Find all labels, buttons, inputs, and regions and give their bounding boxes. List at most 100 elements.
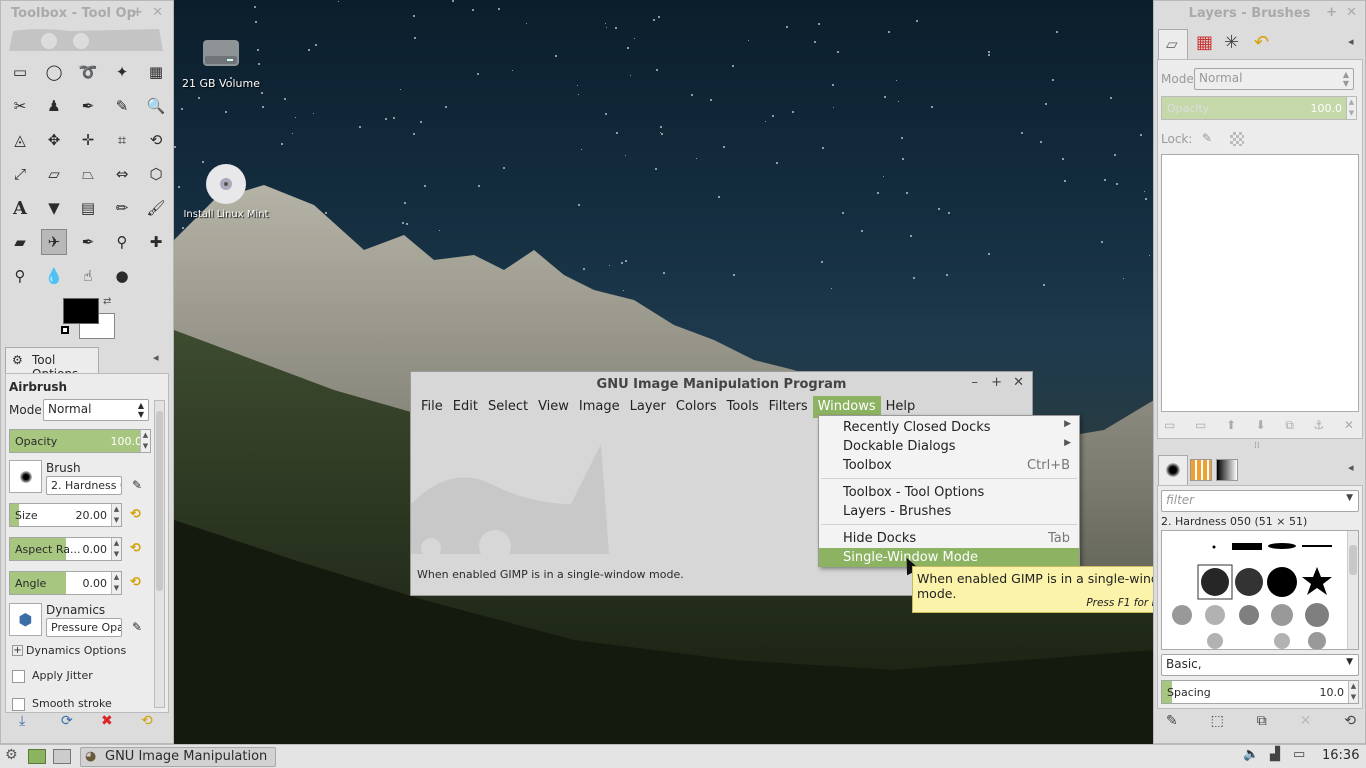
brush-name-field[interactable]: 2. Hardness 05 — [46, 476, 122, 495]
tab-brushes[interactable] — [1158, 455, 1188, 485]
menu-select[interactable]: Select — [483, 396, 533, 418]
bucket-fill-icon[interactable]: ▼ — [41, 195, 67, 221]
size-slider[interactable]: Size 20.00 ▲ ▼ — [9, 503, 122, 527]
menu-filters[interactable]: Filters — [764, 396, 813, 418]
menu-item-dockable-dialogs[interactable]: Dockable Dialogs ▶ — [819, 437, 1079, 456]
drive-desktop-icon[interactable]: 21 GB Volume — [176, 34, 266, 90]
tab-menu-icon[interactable]: ◂ — [1348, 35, 1354, 48]
menu-item-layers-brushes[interactable]: Layers - Brushes — [819, 502, 1079, 521]
menu-item-single-window-mode[interactable]: Single-Window Mode — [819, 548, 1079, 567]
free-select-icon[interactable]: ➰ — [75, 59, 101, 85]
menu-edit[interactable]: Edit — [448, 396, 483, 418]
dodge-burn-icon[interactable]: ● — [109, 263, 135, 289]
tab-menu-icon[interactable]: ◂ — [1348, 461, 1354, 474]
ink-icon[interactable]: ✒ — [75, 229, 101, 255]
flip-icon[interactable]: ⇔ — [109, 161, 135, 187]
dynamics-options-expander[interactable]: Dynamics Options — [26, 644, 126, 657]
foreground-select-icon[interactable]: ♟ — [41, 93, 67, 119]
options-scrollbar[interactable] — [154, 400, 165, 708]
zoom-icon[interactable]: 🔍 — [143, 93, 169, 119]
dock-separator-handle[interactable]: ⁞⁞ — [1254, 441, 1260, 451]
scale-icon[interactable]: ⤢ — [7, 161, 33, 187]
crop-icon[interactable]: ⌗ — [109, 127, 135, 153]
menu-item-recently-closed-docks[interactable]: Recently Closed Docks ▶ — [819, 418, 1079, 437]
color-picker-icon[interactable]: ✎ — [109, 93, 135, 119]
cage-icon[interactable]: ⬡ — [143, 161, 169, 187]
gimp-titlebar[interactable]: GNU Image Manipulation Program – + ✕ — [411, 372, 1032, 396]
menu-colors[interactable]: Colors — [671, 396, 722, 418]
pencil-icon[interactable]: ✏ — [109, 195, 135, 221]
tab-menu-icon[interactable]: ◂ — [153, 351, 159, 364]
eraser-icon[interactable]: ▰ — [7, 229, 33, 255]
close-icon[interactable]: ✕ — [1013, 375, 1024, 390]
reset-size-icon[interactable]: ⟲ — [130, 507, 146, 523]
network-icon[interactable]: ▟ — [1270, 747, 1280, 762]
maximize-icon[interactable]: + — [132, 5, 143, 20]
smudge-icon[interactable]: ☝ — [75, 263, 101, 289]
rect-select-icon[interactable]: ▭ — [7, 59, 33, 85]
opacity-spinner[interactable]: ▲ ▼ — [140, 430, 150, 452]
brush-filter-input[interactable]: filter ▼ — [1161, 490, 1359, 512]
perspective-clone-icon[interactable]: ⚲ — [7, 263, 33, 289]
menu-item-toolbox[interactable]: Toolbox Ctrl+B — [819, 456, 1079, 475]
gear-icon[interactable]: ⚙ — [5, 747, 18, 763]
layers-list[interactable] — [1161, 154, 1359, 412]
aspect-spinner[interactable]: ▲ ▼ — [111, 538, 121, 560]
save-options-icon[interactable]: ⤓ — [19, 713, 25, 729]
rotate-icon[interactable]: ⟲ — [143, 127, 169, 153]
close-icon[interactable]: ✕ — [1346, 5, 1357, 20]
tab-layers[interactable]: ▱ — [1158, 29, 1188, 59]
tab-patterns[interactable] — [1190, 459, 1212, 481]
menu-image[interactable]: Image — [574, 396, 625, 418]
swap-colors-icon[interactable]: ⇄ — [103, 296, 111, 307]
menu-tools[interactable]: Tools — [722, 396, 764, 418]
menu-item-hide-docks[interactable]: Hide Docks Tab — [819, 529, 1079, 548]
brush-tag-input[interactable]: Basic, ▼ — [1161, 654, 1359, 676]
opacity-slider[interactable]: Opacity 100.0 ▲ ▼ — [9, 429, 151, 453]
menu-layer[interactable]: Layer — [625, 396, 671, 418]
brush-grid[interactable] — [1161, 530, 1359, 650]
mode-select[interactable]: Normal ▲ ▼ — [43, 399, 149, 421]
spacing-slider[interactable]: Spacing 10.0 ▲ ▼ — [1161, 680, 1359, 704]
maximize-icon[interactable]: + — [1326, 5, 1337, 20]
menu-view[interactable]: View — [533, 396, 574, 418]
disc-desktop-icon[interactable]: Install Linux Mint — [176, 162, 276, 220]
dynamics-name-field[interactable]: Pressure Opac — [46, 618, 122, 637]
blur-icon[interactable]: 💧 — [41, 263, 67, 289]
paintbrush-icon[interactable]: 🖌 — [143, 195, 169, 221]
fuzzy-select-icon[interactable]: ✦ — [109, 59, 135, 85]
color-select-icon[interactable]: ▦ — [143, 59, 169, 85]
default-colors-icon[interactable] — [61, 326, 69, 334]
reset-angle-icon[interactable]: ⟲ — [130, 575, 146, 591]
airbrush-icon[interactable]: ✈ — [41, 229, 67, 255]
close-icon[interactable]: ✕ — [152, 5, 163, 20]
aspect-ratio-slider[interactable]: Aspect Ra... 0.00 ▲ ▼ — [9, 537, 122, 561]
toolbox-titlebar[interactable]: Toolbox - Tool Op + ✕ — [1, 1, 173, 27]
terminal-launcher-icon[interactable] — [53, 749, 71, 764]
edit-brush-icon[interactable]: ✎ — [1166, 713, 1178, 729]
align-icon[interactable]: ✛ — [75, 127, 101, 153]
angle-slider[interactable]: Angle 0.00 ▲ ▼ — [9, 571, 122, 595]
tab-channels[interactable]: ▦ — [1196, 32, 1213, 53]
reset-options-icon[interactable]: ⟲ — [141, 713, 153, 729]
size-spinner[interactable]: ▲ ▼ — [111, 504, 121, 526]
tab-gradients[interactable] — [1216, 459, 1238, 481]
smooth-stroke-checkbox[interactable] — [12, 698, 25, 711]
reset-aspect-icon[interactable]: ⟲ — [130, 541, 146, 557]
heal-icon[interactable]: ✚ — [143, 229, 169, 255]
expand-icon[interactable]: + — [12, 645, 23, 656]
taskbar-gimp-button[interactable]: ◕ GNU Image Manipulation ... — [80, 747, 276, 768]
duplicate-brush-icon[interactable]: ⧉ — [1257, 713, 1267, 729]
battery-icon[interactable]: ▭ — [1293, 747, 1305, 762]
clock[interactable]: 16:36 — [1322, 748, 1359, 763]
minimize-icon[interactable]: – — [972, 375, 979, 390]
scissors-icon[interactable]: ✂ — [7, 93, 33, 119]
text-icon[interactable]: A — [7, 195, 33, 221]
dock-titlebar[interactable]: Layers - Brushes + ✕ — [1154, 1, 1365, 27]
brush-preview[interactable] — [9, 460, 42, 493]
shear-icon[interactable]: ▱ — [41, 161, 67, 187]
restore-options-icon[interactable]: ⟳ — [61, 713, 73, 729]
measure-icon[interactable]: ◬ — [7, 127, 33, 153]
dynamics-preview[interactable]: ⬢ — [9, 603, 42, 636]
delete-options-icon[interactable]: ✖ — [101, 713, 113, 729]
